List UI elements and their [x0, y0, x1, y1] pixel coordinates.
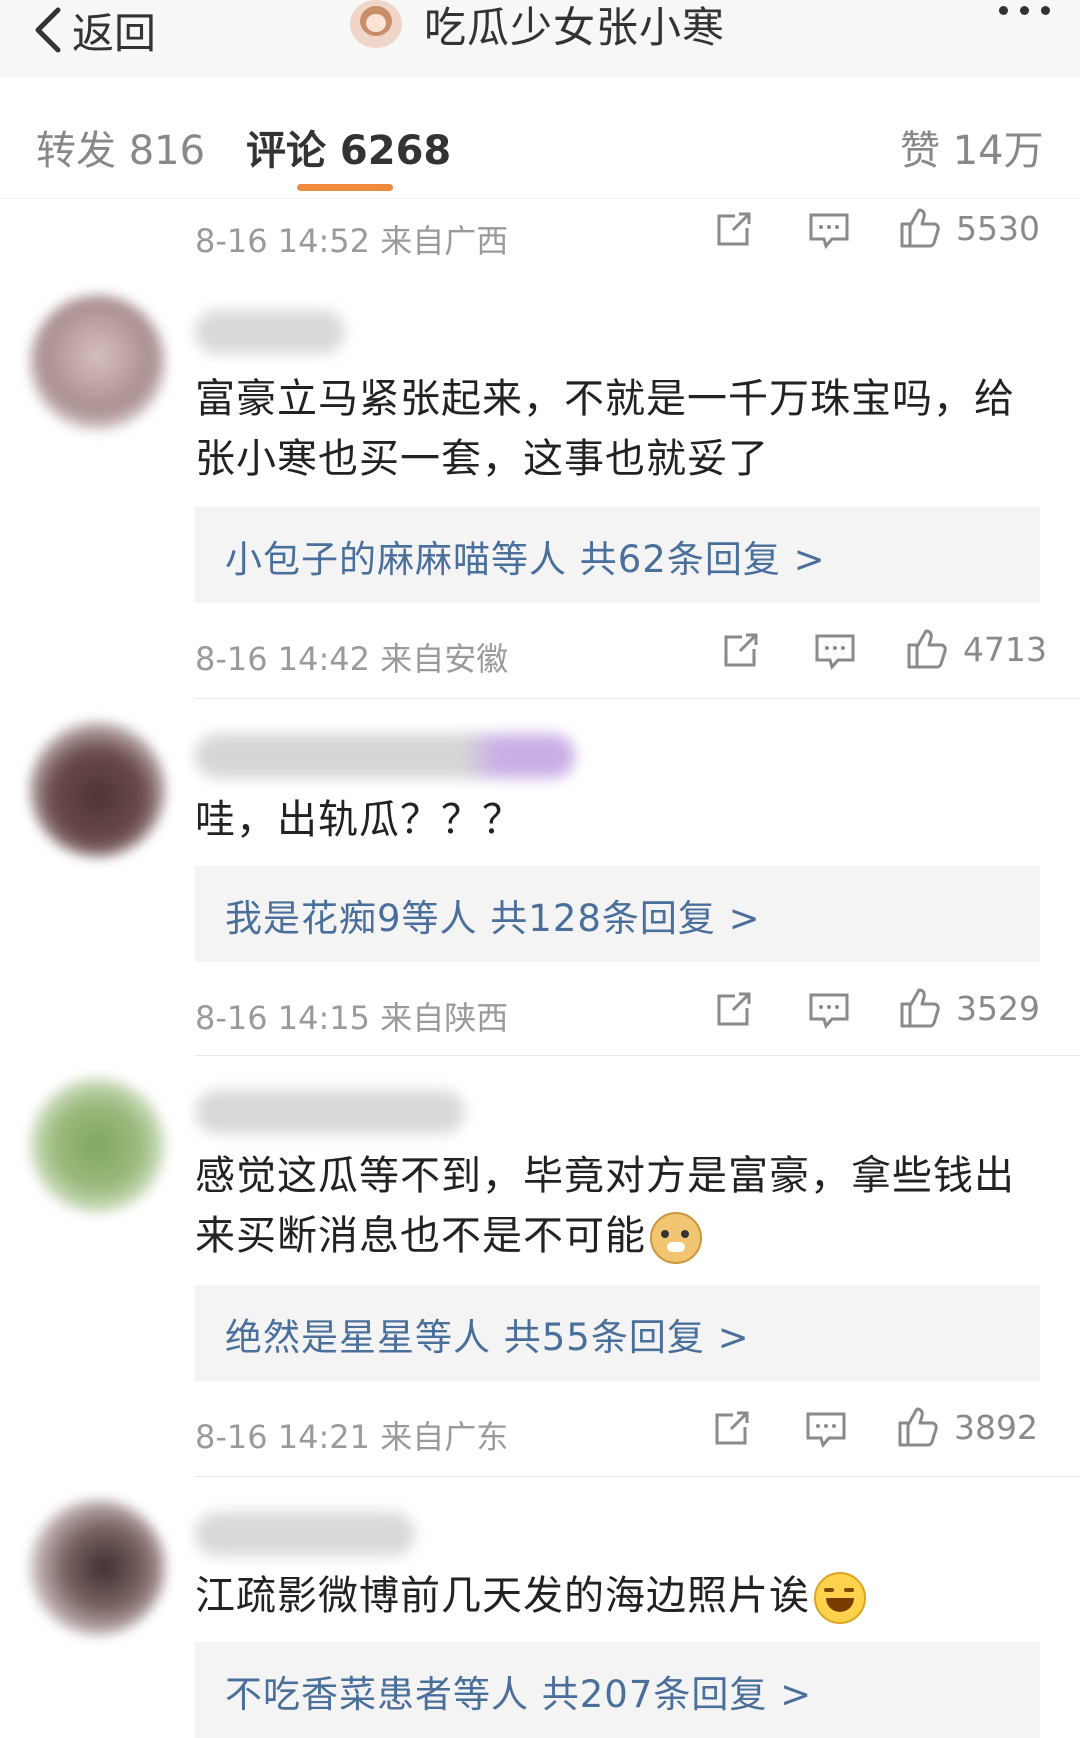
thumbs-up-icon	[907, 629, 947, 669]
share-icon	[724, 633, 758, 667]
share-icon	[717, 992, 751, 1026]
active-tab-indicator	[297, 184, 393, 191]
comment-text: 哇，出轨瓜？？？	[195, 797, 523, 843]
username-blurred[interactable]	[195, 310, 345, 354]
share-icon	[717, 212, 751, 246]
divider	[195, 1055, 1080, 1056]
comment-button[interactable]	[808, 212, 850, 250]
replies-summary: 绝然是星星等人 共55条回复 >	[225, 1316, 750, 1359]
replies-link[interactable]: 绝然是星星等人 共55条回复 >	[195, 1285, 1040, 1381]
share-icon	[715, 1411, 749, 1445]
tab-comments[interactable]: 评论 6268	[246, 118, 451, 176]
repost-button[interactable]	[713, 990, 753, 1030]
username-blurred[interactable]	[195, 734, 575, 778]
repost-button[interactable]	[713, 210, 753, 250]
thumbs-up-icon	[900, 988, 940, 1028]
thumbs-up-icon	[898, 1407, 938, 1447]
comment-meta: 8-16 14:42 来自安徽	[195, 640, 509, 678]
replies-link[interactable]: 不吃香菜患者等人 共207条回复 >	[195, 1642, 1040, 1738]
avatar[interactable]	[30, 295, 165, 430]
avatar[interactable]	[30, 722, 165, 857]
like-button[interactable]: 3529	[898, 986, 1040, 1030]
replies-link[interactable]: 我是花痴9等人 共128条回复 >	[195, 866, 1040, 962]
back-label: 返回	[72, 8, 157, 58]
comment-text: 江疏影微博前几天发的海边照片诶	[195, 1566, 1045, 1626]
tab-reposts[interactable]: 转发 816	[36, 118, 205, 176]
like-count: 3892	[954, 1407, 1038, 1447]
like-count: 3529	[956, 988, 1040, 1028]
repost-button[interactable]	[711, 1409, 751, 1449]
divider	[195, 698, 1080, 699]
comment-button[interactable]	[808, 992, 850, 1030]
username-blurred[interactable]	[195, 1090, 465, 1134]
like-count: 4713	[963, 629, 1047, 669]
like-button[interactable]: 4713	[905, 627, 1047, 671]
comment-icon	[815, 634, 855, 671]
comment-icon	[806, 1412, 846, 1449]
comment-icon	[809, 993, 849, 1030]
page-title: 吃瓜少女张小寒	[424, 2, 726, 52]
comment-text-body: 江疏影微博前几天发的海边照片诶	[195, 1573, 810, 1619]
divider	[195, 1476, 1080, 1477]
comment-text: 感觉这瓜等不到，毕竟对方是富豪，拿些钱出来买断消息也不是不可能	[195, 1146, 1045, 1266]
replies-summary: 小包子的麻麻喵等人 共62条回复 >	[225, 538, 826, 581]
thumbs-up-icon	[900, 208, 940, 248]
like-button[interactable]: 3892	[896, 1405, 1038, 1449]
tab-likes[interactable]: 赞 14万	[900, 118, 1044, 176]
repost-button[interactable]	[720, 631, 760, 671]
like-button[interactable]: 5530	[898, 206, 1040, 250]
comment-meta: 8-16 14:21 来自广东	[195, 1418, 509, 1456]
tab-bar: 转发 816 评论 6268 赞 14万	[0, 78, 1080, 199]
comment-button[interactable]	[805, 1411, 847, 1449]
back-button[interactable]: 返回	[30, 0, 156, 60]
like-count: 5530	[956, 208, 1040, 248]
username-blurred[interactable]	[195, 1512, 415, 1556]
comment-icon	[809, 213, 849, 250]
more-options-icon[interactable]	[999, 6, 1050, 15]
page-title-group: 吃瓜少女张小寒	[350, 0, 725, 52]
replies-summary: 不吃香菜患者等人 共207条回复 >	[225, 1673, 813, 1716]
top-navigation-bar: 返回 吃瓜少女张小寒	[0, 0, 1080, 79]
avatar[interactable]	[30, 1078, 165, 1213]
doge-icon	[650, 1212, 702, 1264]
replies-link[interactable]: 小包子的麻麻喵等人 共62条回复 >	[195, 507, 1040, 603]
author-avatar-icon	[350, 0, 402, 48]
comment-text: 富豪立马紧张起来，不就是一千万珠宝吗，给张小寒也买一套，这事也就妥了	[195, 376, 1015, 482]
comment-meta: 8-16 14:15 来自陕西	[195, 999, 509, 1037]
comment-text-body: 感觉这瓜等不到，毕竟对方是富豪，拿些钱出来买断消息也不是不可能	[195, 1153, 1015, 1259]
chevron-left-icon	[35, 7, 61, 53]
comment-button[interactable]	[814, 633, 856, 671]
comment-meta: 8-16 14:52 来自广西	[195, 222, 509, 260]
avatar[interactable]	[30, 1500, 165, 1635]
replies-summary: 我是花痴9等人 共128条回复 >	[225, 897, 761, 940]
laugh-cry-icon	[814, 1572, 866, 1624]
